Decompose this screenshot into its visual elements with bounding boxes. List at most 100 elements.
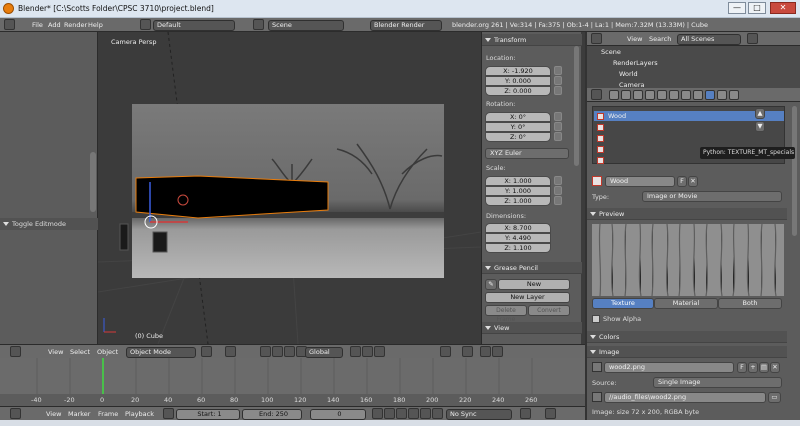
view-panel-header[interactable]: View [482, 322, 582, 334]
pack-icon[interactable] [592, 392, 602, 402]
grease-new-button[interactable]: New [498, 279, 570, 290]
object-menu[interactable]: Object [97, 348, 118, 356]
layout-icon[interactable] [140, 19, 151, 30]
manipulator-icon[interactable] [260, 346, 271, 357]
menu-help[interactable]: Help [88, 21, 103, 29]
orientation-dropdown[interactable]: Global [305, 346, 343, 358]
lock-icon[interactable] [554, 196, 562, 205]
grease-pencil-header[interactable]: Grease Pencil [482, 262, 582, 274]
texture-slot[interactable] [594, 133, 784, 143]
dimension-y-field[interactable]: Y: 4.490 [485, 233, 551, 243]
rotate-icon[interactable] [284, 346, 295, 357]
editor-type-icon[interactable] [10, 346, 21, 357]
image-browse-icon[interactable] [592, 362, 602, 372]
pivot-point-icon[interactable] [225, 346, 236, 357]
timeline-view-menu[interactable]: View [46, 410, 61, 418]
transform-header[interactable]: Transform [482, 34, 582, 46]
lock-icon[interactable] [554, 66, 562, 75]
rotation-y-field[interactable]: Y: 0° [485, 122, 551, 132]
render-preview-icon[interactable] [462, 346, 473, 357]
start-frame-field[interactable]: Start: 1 [176, 408, 240, 420]
lock-icon[interactable] [554, 86, 562, 95]
location-y-field[interactable]: Y: 0.000 [485, 76, 551, 86]
lock-icon[interactable] [554, 76, 562, 85]
cube-object[interactable] [98, 32, 481, 344]
end-frame-field[interactable]: End: 250 [242, 408, 302, 420]
keying-set-icon[interactable] [545, 408, 556, 419]
outliner-filter-dropdown[interactable]: All Scenes [677, 33, 741, 45]
object-context-icon[interactable] [645, 90, 655, 100]
constraints-context-icon[interactable] [657, 90, 667, 100]
editor-type-icon[interactable] [591, 89, 602, 100]
location-x-field[interactable]: X: -1.920 [485, 66, 551, 76]
dimension-z-field[interactable]: Z: 1.100 [485, 243, 551, 253]
npanel-scrollbar[interactable] [574, 46, 579, 166]
colors-header[interactable]: Colors [587, 331, 787, 343]
render-context-icon[interactable] [609, 90, 619, 100]
new-layer-button[interactable]: New Layer [485, 292, 570, 303]
rotation-x-field[interactable]: X: 0° [485, 112, 551, 122]
camera-icon[interactable] [480, 346, 491, 357]
scene-icon[interactable] [253, 19, 264, 30]
menu-file[interactable]: File [32, 21, 43, 29]
lock-icon[interactable] [554, 132, 562, 141]
image-source-dropdown[interactable]: Single Image [653, 377, 782, 388]
marker-menu[interactable]: Marker [68, 410, 90, 418]
record-icon[interactable] [520, 408, 531, 419]
layer-button-icon[interactable] [374, 346, 385, 357]
current-frame-field[interactable]: 0 [310, 408, 366, 420]
layer-button-icon[interactable] [350, 346, 361, 357]
play-reverse-icon[interactable] [396, 408, 407, 419]
rotation-mode-dropdown[interactable]: XYZ Euler [485, 148, 569, 159]
preview-tab-both[interactable]: Both [718, 298, 782, 309]
lock-icon[interactable] [554, 176, 562, 185]
render-engine-dropdown[interactable]: Blender Render [370, 19, 442, 31]
jump-end-icon[interactable] [432, 408, 443, 419]
delete-frame-button[interactable]: Delete Frame [485, 305, 527, 323]
editor-type-icon[interactable] [4, 19, 15, 30]
next-keyframe-icon[interactable] [420, 408, 431, 419]
outliner-row-renderlayers[interactable]: RenderLayers [587, 58, 800, 69]
image-open-icon[interactable]: ▤ [759, 362, 769, 373]
preview-header[interactable]: Preview [587, 208, 787, 220]
sync-dropdown[interactable]: No Sync [446, 408, 512, 420]
image-fake-user-button[interactable]: F [737, 362, 747, 373]
viewport-3d[interactable]: Camera Persp (0) Cube [98, 32, 481, 344]
world-context-icon[interactable] [633, 90, 643, 100]
dimension-x-field[interactable]: X: 8.700 [485, 223, 551, 233]
slot-up-button[interactable]: ▲ [755, 108, 765, 119]
editor-type-icon[interactable] [10, 408, 21, 419]
particles-context-icon[interactable] [717, 90, 727, 100]
material-context-icon[interactable] [693, 90, 703, 100]
outliner-row-scene[interactable]: Scene [587, 47, 800, 58]
select-menu[interactable]: Select [70, 348, 90, 356]
image-name-field[interactable]: wood2.png [604, 362, 734, 373]
preview-range-icon[interactable] [163, 408, 174, 419]
preview-tab-texture[interactable]: Texture [592, 298, 654, 309]
data-context-icon[interactable] [681, 90, 691, 100]
frame-menu[interactable]: Frame [98, 410, 118, 418]
search-icon[interactable] [747, 33, 758, 44]
lock-icon[interactable] [554, 186, 562, 195]
viewport-shading-icon[interactable] [201, 346, 212, 357]
layer-button-icon[interactable] [362, 346, 373, 357]
pencil-icon[interactable]: ✎ [485, 279, 497, 290]
scene-context-icon[interactable] [621, 90, 631, 100]
unlink-icon[interactable]: ✕ [688, 176, 698, 187]
menu-add[interactable]: Add [48, 21, 61, 29]
folder-icon[interactable]: ▭ [768, 392, 781, 403]
outliner-row-world[interactable]: World [587, 69, 800, 80]
texture-type-dropdown[interactable]: Image or Movie [642, 191, 782, 202]
close-button[interactable]: ✕ [770, 2, 796, 14]
fake-user-button[interactable]: F [677, 176, 687, 187]
view-menu[interactable]: View [48, 348, 63, 356]
timeline[interactable]: -40 -20 0 20 40 60 80 100 120 140 160 18… [0, 358, 585, 406]
scene-dropdown[interactable]: Scene [268, 19, 344, 31]
preview-tab-material[interactable]: Material [654, 298, 718, 309]
slot-down-button[interactable]: ▼ [755, 121, 765, 132]
mode-dropdown[interactable]: Object Mode [126, 346, 196, 358]
scale-y-field[interactable]: Y: 1.000 [485, 186, 551, 196]
image-header[interactable]: Image [587, 346, 787, 358]
lock-icon[interactable] [554, 112, 562, 121]
location-z-field[interactable]: Z: 0.000 [485, 86, 551, 96]
